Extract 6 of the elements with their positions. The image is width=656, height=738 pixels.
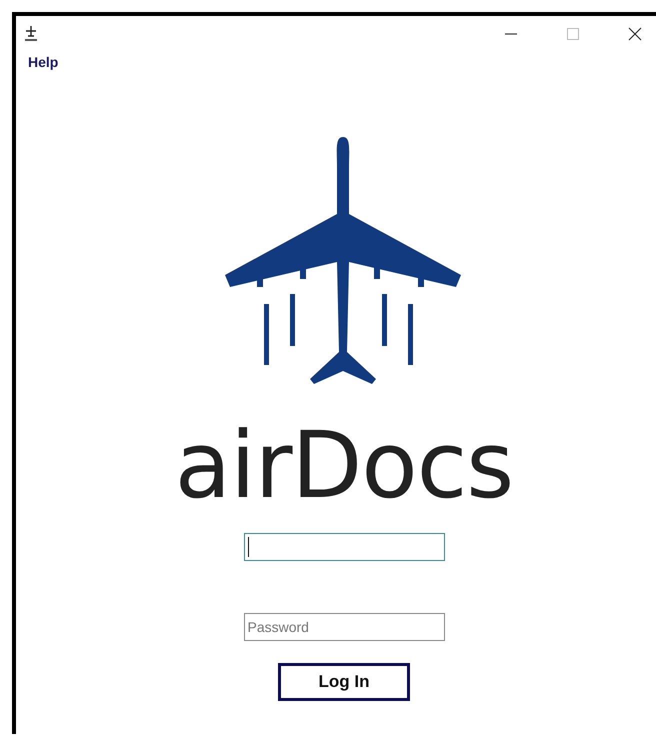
close-icon[interactable] bbox=[628, 27, 642, 41]
password-field[interactable]: Password bbox=[244, 613, 444, 641]
login-button[interactable]: Log In bbox=[278, 663, 410, 701]
username-field[interactable] bbox=[244, 533, 444, 561]
logo-text: airDocs bbox=[174, 416, 514, 516]
help-menu[interactable]: Help bbox=[28, 54, 58, 70]
